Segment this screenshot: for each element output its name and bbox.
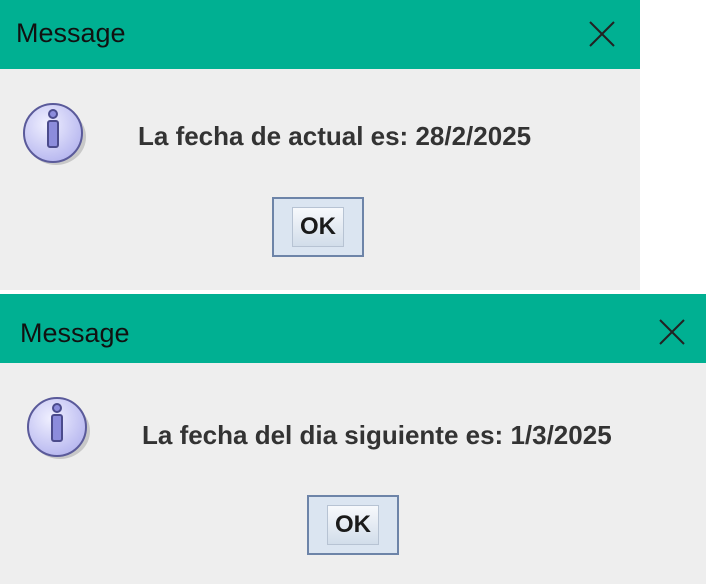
title-bar[interactable]: Message: [0, 0, 640, 69]
close-button[interactable]: [648, 308, 694, 356]
message-dialog: Message La fecha de actual es: 28/2/2025…: [0, 0, 640, 290]
close-icon: [659, 319, 685, 345]
information-icon: [20, 100, 86, 166]
dialog-title: Message: [20, 318, 130, 348]
title-bar[interactable]: Message: [0, 294, 706, 363]
message-text: La fecha de actual es: 28/2/2025: [138, 121, 532, 151]
ok-button-label: OK: [327, 505, 379, 545]
ok-button[interactable]: OK: [307, 495, 399, 555]
dialog-title: Message: [16, 18, 126, 48]
ok-button-label: OK: [292, 207, 344, 247]
message-text: La fecha del dia siguiente es: 1/3/2025: [142, 420, 612, 450]
ok-button[interactable]: OK: [272, 197, 364, 257]
message-dialog: Message La fecha del dia siguiente es: 1…: [0, 294, 706, 584]
close-icon: [589, 21, 615, 47]
close-button[interactable]: [578, 10, 624, 58]
information-icon: [24, 394, 90, 460]
